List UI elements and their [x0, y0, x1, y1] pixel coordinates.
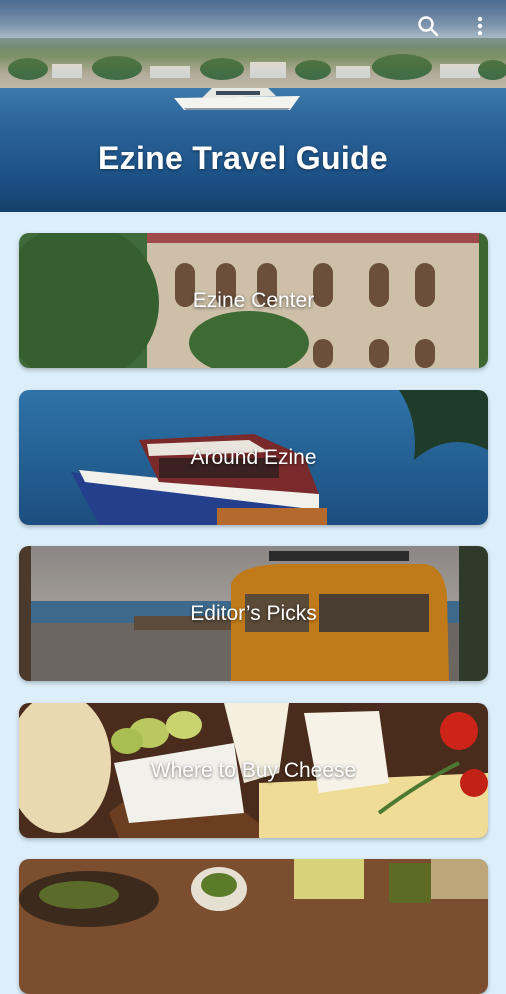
card-where-to-buy-cheese[interactable]: Where to Buy Cheese	[19, 703, 488, 838]
search-button[interactable]	[410, 8, 446, 44]
food-image	[19, 859, 488, 994]
card-label: Where to Buy Cheese	[150, 758, 357, 782]
card-food-partial[interactable]	[19, 859, 488, 994]
card-label: Editor’s Picks	[190, 601, 317, 625]
boat-image	[174, 88, 300, 110]
more-vert-icon	[477, 16, 483, 36]
app-title: Ezine Travel Guide	[98, 140, 388, 176]
shoreline-image	[0, 38, 506, 90]
card-around-ezine[interactable]: Around Ezine	[19, 390, 488, 525]
search-icon	[418, 16, 439, 37]
overflow-menu-button[interactable]	[462, 8, 498, 44]
card-label: Around Ezine	[190, 445, 317, 469]
card-label: Ezine Center	[192, 288, 315, 312]
card-editors-picks[interactable]: Editor’s Picks	[19, 546, 488, 681]
card-ezine-center[interactable]: Ezine Center	[19, 233, 488, 368]
header-banner: Ezine Travel Guide	[0, 0, 506, 212]
